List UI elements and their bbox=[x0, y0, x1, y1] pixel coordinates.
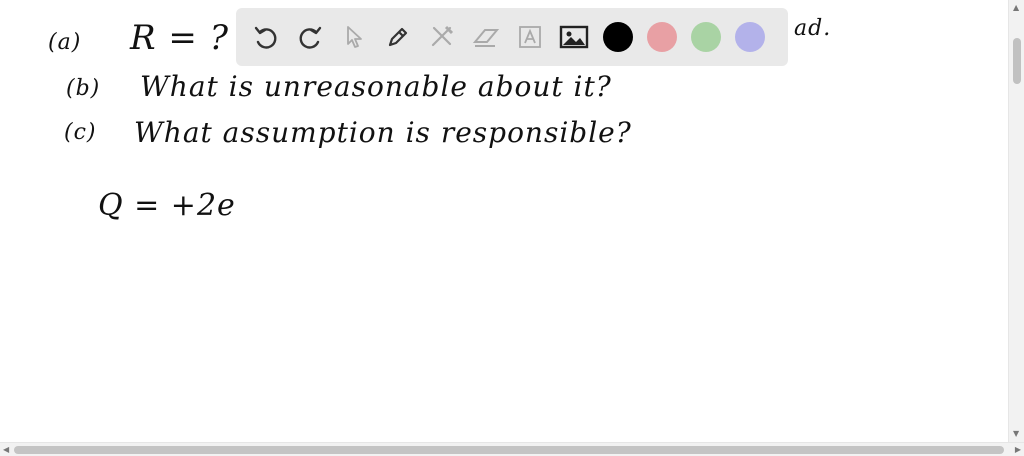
color-swatch-black bbox=[603, 22, 633, 52]
note-a-tail: ad. bbox=[794, 16, 832, 41]
note-b-label: (b) bbox=[66, 76, 101, 101]
color-swatch-purple bbox=[735, 22, 765, 52]
vertical-scrollbar[interactable]: ▲ ▼ bbox=[1008, 0, 1024, 442]
redo-button[interactable] bbox=[288, 15, 332, 59]
undo-icon bbox=[254, 26, 277, 49]
scroll-right-arrow[interactable]: ▶ bbox=[1015, 446, 1021, 454]
image-icon bbox=[559, 25, 589, 49]
select-button[interactable] bbox=[332, 15, 376, 59]
horizontal-scrollbar[interactable]: ◀ ▶ bbox=[0, 442, 1024, 456]
color-purple-button[interactable] bbox=[728, 15, 772, 59]
color-swatch-pink bbox=[647, 22, 677, 52]
equation-text: Q = +2e bbox=[98, 188, 236, 223]
color-black-button[interactable] bbox=[596, 15, 640, 59]
pen-icon bbox=[388, 27, 408, 47]
note-c-label: (c) bbox=[64, 120, 97, 145]
color-swatch-green bbox=[691, 22, 721, 52]
vertical-scroll-thumb[interactable] bbox=[1013, 38, 1021, 84]
scroll-up-arrow[interactable]: ▲ bbox=[1013, 4, 1019, 12]
note-c-text: What assumption is responsible? bbox=[134, 116, 632, 149]
color-pink-button[interactable] bbox=[640, 15, 684, 59]
drawing-toolbar bbox=[236, 8, 788, 66]
redo-icon bbox=[299, 26, 322, 49]
horizontal-scroll-thumb[interactable] bbox=[14, 446, 1004, 454]
color-green-button[interactable] bbox=[684, 15, 728, 59]
tools-button[interactable] bbox=[420, 15, 464, 59]
eraser-icon bbox=[472, 29, 500, 47]
scroll-down-arrow[interactable]: ▼ bbox=[1013, 430, 1019, 438]
pointer-icon bbox=[347, 26, 362, 48]
note-b-text: What is unreasonable about it? bbox=[140, 70, 612, 103]
text-icon bbox=[519, 26, 541, 48]
text-button[interactable] bbox=[508, 15, 552, 59]
pen-button[interactable] bbox=[376, 15, 420, 59]
undo-button[interactable] bbox=[244, 15, 288, 59]
note-a-text: R = ? bbox=[130, 18, 229, 58]
scroll-left-arrow[interactable]: ◀ bbox=[3, 446, 9, 454]
eraser-button[interactable] bbox=[464, 15, 508, 59]
whiteboard-canvas[interactable]: (a) R = ? ad. (b) What is unreasonable a… bbox=[0, 0, 1008, 442]
image-button[interactable] bbox=[552, 15, 596, 59]
tools-icon bbox=[431, 25, 454, 47]
note-a-label: (a) bbox=[48, 30, 82, 55]
